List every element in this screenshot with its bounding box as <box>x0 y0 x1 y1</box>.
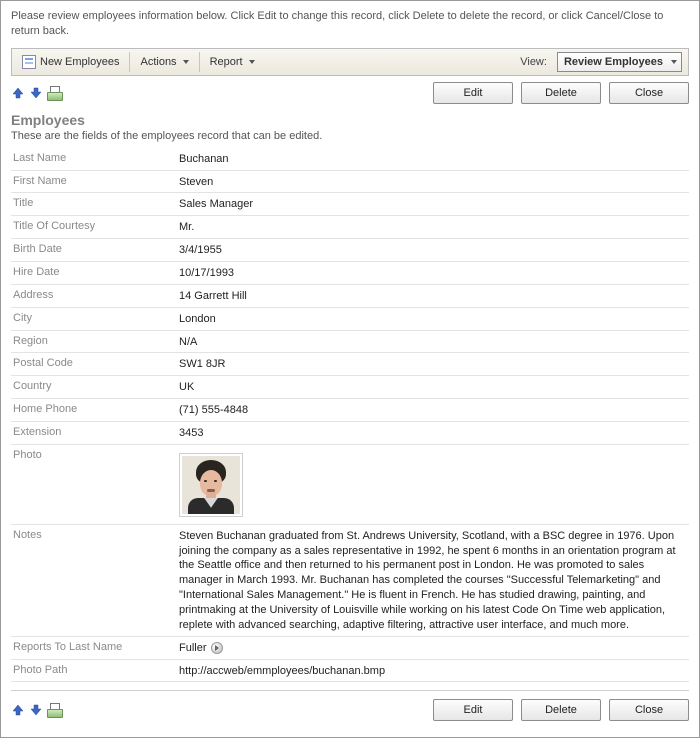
field-label-city: City <box>11 311 179 324</box>
field-value-postal-code: SW1 8JR <box>179 356 689 372</box>
field-value-region: N/A <box>179 334 689 350</box>
new-employees-button[interactable]: New Employees <box>18 53 123 71</box>
chevron-down-icon <box>671 60 677 64</box>
field-label-title: Title <box>11 196 179 209</box>
print-icon[interactable] <box>47 86 63 100</box>
field-value-extension: 3453 <box>179 425 689 441</box>
toolbar-separator <box>199 52 200 72</box>
arrow-right-circle-icon <box>211 642 223 654</box>
field-label-last-name: Last Name <box>11 151 179 164</box>
new-employees-label: New Employees <box>40 56 119 68</box>
field-value-title: Sales Manager <box>179 196 689 212</box>
field-label-photo-path: Photo Path <box>11 663 179 676</box>
field-label-home-phone: Home Phone <box>11 402 179 415</box>
field-value-photo-path: http://accweb/emmployees/buchanan.bmp <box>179 663 689 679</box>
field-label-region: Region <box>11 334 179 347</box>
field-value-country: UK <box>179 379 689 395</box>
toolbar-separator <box>129 52 130 72</box>
field-value-home-phone: (71) 555-4848 <box>179 402 689 418</box>
close-button[interactable]: Close <box>609 82 689 104</box>
field-value-photo <box>179 448 689 521</box>
field-label-country: Country <box>11 379 179 392</box>
print-icon[interactable] <box>47 703 63 717</box>
view-selector-value: Review Employees <box>564 56 663 68</box>
field-label-notes: Notes <box>11 528 179 541</box>
field-value-city: London <box>179 311 689 327</box>
field-label-title-of-courtesy: Title Of Courtesy <box>11 219 179 232</box>
edit-button[interactable]: Edit <box>433 82 513 104</box>
chevron-down-icon <box>183 60 189 64</box>
edit-button[interactable]: Edit <box>433 699 513 721</box>
field-value-reports-to[interactable]: Fuller <box>179 640 689 656</box>
field-label-reports-to: Reports To Last Name <box>11 640 179 653</box>
previous-record-icon[interactable] <box>11 703 25 717</box>
field-value-birth-date: 3/4/1955 <box>179 242 689 258</box>
page-subtitle: These are the fields of the employees re… <box>11 130 689 142</box>
main-toolbar: New Employees Actions Report View: Revie… <box>11 48 689 76</box>
previous-record-icon[interactable] <box>11 86 25 100</box>
next-record-icon[interactable] <box>29 86 43 100</box>
field-label-hire-date: Hire Date <box>11 265 179 278</box>
field-label-first-name: First Name <box>11 174 179 187</box>
close-button[interactable]: Close <box>609 699 689 721</box>
field-label-address: Address <box>11 288 179 301</box>
actions-label: Actions <box>140 56 176 68</box>
view-caption: View: <box>520 56 547 68</box>
field-label-extension: Extension <box>11 425 179 438</box>
field-value-last-name: Buchanan <box>179 151 689 167</box>
avatar-icon <box>182 456 240 514</box>
view-selector[interactable]: Review Employees <box>557 52 682 72</box>
page-title: Employees <box>11 112 689 128</box>
field-label-postal-code: Postal Code <box>11 356 179 369</box>
chevron-down-icon <box>249 60 255 64</box>
field-value-title-of-courtesy: Mr. <box>179 219 689 235</box>
field-value-first-name: Steven <box>179 174 689 190</box>
employee-photo[interactable] <box>179 453 243 517</box>
reports-to-text: Fuller <box>179 641 207 656</box>
document-icon <box>22 55 36 69</box>
instructions-text: Please review employees information belo… <box>11 9 689 40</box>
field-value-notes: Steven Buchanan graduated from St. Andre… <box>179 528 689 633</box>
field-value-address: 14 Garrett Hill <box>179 288 689 304</box>
next-record-icon[interactable] <box>29 703 43 717</box>
delete-button[interactable]: Delete <box>521 699 601 721</box>
field-value-hire-date: 10/17/1993 <box>179 265 689 281</box>
field-label-photo: Photo <box>11 448 179 461</box>
field-label-birth-date: Birth Date <box>11 242 179 255</box>
report-label: Report <box>210 56 243 68</box>
report-menu[interactable]: Report <box>206 54 259 70</box>
actions-menu[interactable]: Actions <box>136 54 192 70</box>
delete-button[interactable]: Delete <box>521 82 601 104</box>
